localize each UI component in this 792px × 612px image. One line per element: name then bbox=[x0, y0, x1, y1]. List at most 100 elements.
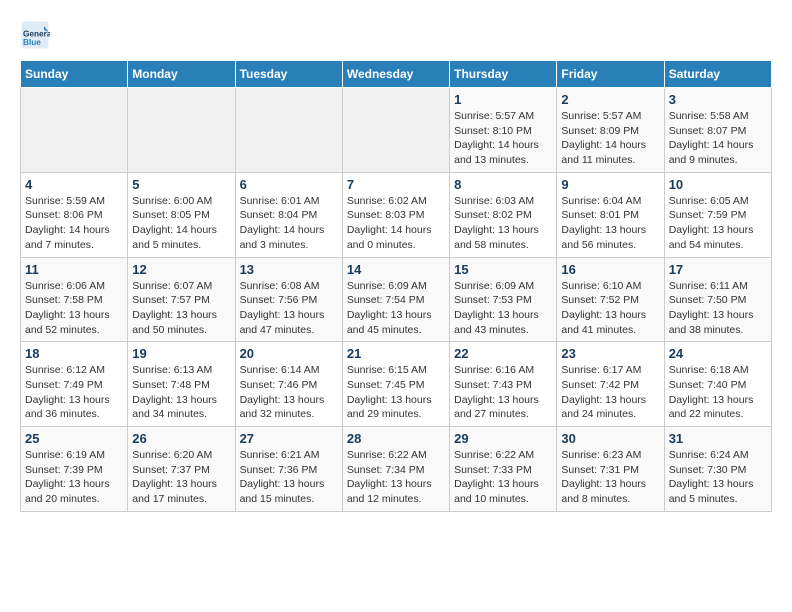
day-number: 16 bbox=[561, 262, 659, 277]
day-number: 2 bbox=[561, 92, 659, 107]
day-number: 21 bbox=[347, 346, 445, 361]
calendar-cell bbox=[21, 88, 128, 173]
day-header-monday: Monday bbox=[128, 61, 235, 88]
day-info: Sunrise: 6:08 AMSunset: 7:56 PMDaylight:… bbox=[240, 279, 338, 338]
day-number: 17 bbox=[669, 262, 767, 277]
calendar-cell: 19 Sunrise: 6:13 AMSunset: 7:48 PMDayligh… bbox=[128, 342, 235, 427]
day-number: 26 bbox=[132, 431, 230, 446]
day-header-wednesday: Wednesday bbox=[342, 61, 449, 88]
page-header: General Blue bbox=[20, 20, 772, 50]
day-number: 8 bbox=[454, 177, 552, 192]
day-number: 24 bbox=[669, 346, 767, 361]
calendar-cell: 4 Sunrise: 5:59 AMSunset: 8:06 PMDaylight… bbox=[21, 172, 128, 257]
calendar-cell: 25 Sunrise: 6:19 AMSunset: 7:39 PMDayligh… bbox=[21, 427, 128, 512]
day-number: 1 bbox=[454, 92, 552, 107]
calendar-cell: 12 Sunrise: 6:07 AMSunset: 7:57 PMDayligh… bbox=[128, 257, 235, 342]
day-number: 11 bbox=[25, 262, 123, 277]
day-number: 27 bbox=[240, 431, 338, 446]
day-info: Sunrise: 6:10 AMSunset: 7:52 PMDaylight:… bbox=[561, 279, 659, 338]
calendar-week-1: 1 Sunrise: 5:57 AMSunset: 8:10 PMDaylight… bbox=[21, 88, 772, 173]
day-number: 10 bbox=[669, 177, 767, 192]
calendar-cell: 1 Sunrise: 5:57 AMSunset: 8:10 PMDaylight… bbox=[450, 88, 557, 173]
day-info: Sunrise: 6:24 AMSunset: 7:30 PMDaylight:… bbox=[669, 448, 767, 507]
day-number: 28 bbox=[347, 431, 445, 446]
calendar-cell: 22 Sunrise: 6:16 AMSunset: 7:43 PMDayligh… bbox=[450, 342, 557, 427]
calendar-cell bbox=[342, 88, 449, 173]
day-info: Sunrise: 6:07 AMSunset: 7:57 PMDaylight:… bbox=[132, 279, 230, 338]
calendar-cell: 5 Sunrise: 6:00 AMSunset: 8:05 PMDaylight… bbox=[128, 172, 235, 257]
day-info: Sunrise: 6:09 AMSunset: 7:53 PMDaylight:… bbox=[454, 279, 552, 338]
calendar-cell: 31Sunrise: 6:24 AMSunset: 7:30 PMDayligh… bbox=[664, 427, 771, 512]
day-info: Sunrise: 6:18 AMSunset: 7:40 PMDaylight:… bbox=[669, 363, 767, 422]
calendar-cell bbox=[235, 88, 342, 173]
day-info: Sunrise: 6:23 AMSunset: 7:31 PMDaylight:… bbox=[561, 448, 659, 507]
calendar-cell: 23Sunrise: 6:17 AMSunset: 7:42 PMDayligh… bbox=[557, 342, 664, 427]
calendar-cell: 11Sunrise: 6:06 AMSunset: 7:58 PMDayligh… bbox=[21, 257, 128, 342]
calendar-cell: 6Sunrise: 6:01 AMSunset: 8:04 PMDaylight… bbox=[235, 172, 342, 257]
day-info: Sunrise: 6:13 AMSunset: 7:48 PMDaylight:… bbox=[132, 363, 230, 422]
day-info: Sunrise: 6:20 AMSunset: 7:37 PMDaylight:… bbox=[132, 448, 230, 507]
day-header-friday: Friday bbox=[557, 61, 664, 88]
calendar-cell: 28 Sunrise: 6:22 AMSunset: 7:34 PMDayligh… bbox=[342, 427, 449, 512]
day-info: Sunrise: 6:04 AMSunset: 8:01 PMDaylight:… bbox=[561, 194, 659, 253]
day-info: Sunrise: 5:59 AMSunset: 8:06 PMDaylight:… bbox=[25, 194, 123, 253]
calendar-cell: 18 Sunrise: 6:12 AMSunset: 7:49 PMDayligh… bbox=[21, 342, 128, 427]
day-number: 29 bbox=[454, 431, 552, 446]
day-number: 12 bbox=[132, 262, 230, 277]
calendar-cell: 27Sunrise: 6:21 AMSunset: 7:36 PMDayligh… bbox=[235, 427, 342, 512]
calendar-cell: 24 Sunrise: 6:18 AMSunset: 7:40 PMDayligh… bbox=[664, 342, 771, 427]
calendar-header-row: SundayMondayTuesdayWednesdayThursdayFrid… bbox=[21, 61, 772, 88]
day-number: 22 bbox=[454, 346, 552, 361]
day-number: 3 bbox=[669, 92, 767, 107]
calendar-cell: 9 Sunrise: 6:04 AMSunset: 8:01 PMDaylight… bbox=[557, 172, 664, 257]
calendar-week-5: 25 Sunrise: 6:19 AMSunset: 7:39 PMDayligh… bbox=[21, 427, 772, 512]
day-number: 25 bbox=[25, 431, 123, 446]
calendar-cell: 20 Sunrise: 6:14 AMSunset: 7:46 PMDayligh… bbox=[235, 342, 342, 427]
day-info: Sunrise: 6:16 AMSunset: 7:43 PMDaylight:… bbox=[454, 363, 552, 422]
logo-icon: General Blue bbox=[20, 20, 50, 50]
calendar-cell: 8Sunrise: 6:03 AMSunset: 8:02 PMDaylight… bbox=[450, 172, 557, 257]
day-number: 4 bbox=[25, 177, 123, 192]
day-number: 18 bbox=[25, 346, 123, 361]
calendar-cell: 15 Sunrise: 6:09 AMSunset: 7:53 PMDayligh… bbox=[450, 257, 557, 342]
day-header-thursday: Thursday bbox=[450, 61, 557, 88]
day-number: 7 bbox=[347, 177, 445, 192]
day-number: 20 bbox=[240, 346, 338, 361]
day-info: Sunrise: 6:14 AMSunset: 7:46 PMDaylight:… bbox=[240, 363, 338, 422]
day-info: Sunrise: 6:11 AMSunset: 7:50 PMDaylight:… bbox=[669, 279, 767, 338]
day-number: 5 bbox=[132, 177, 230, 192]
day-info: Sunrise: 5:57 AMSunset: 8:09 PMDaylight:… bbox=[561, 109, 659, 168]
calendar-cell: 3 Sunrise: 5:58 AMSunset: 8:07 PMDaylight… bbox=[664, 88, 771, 173]
calendar-cell: 16 Sunrise: 6:10 AMSunset: 7:52 PMDayligh… bbox=[557, 257, 664, 342]
day-info: Sunrise: 6:05 AMSunset: 7:59 PMDaylight:… bbox=[669, 194, 767, 253]
day-info: Sunrise: 6:22 AMSunset: 7:34 PMDaylight:… bbox=[347, 448, 445, 507]
day-info: Sunrise: 5:58 AMSunset: 8:07 PMDaylight:… bbox=[669, 109, 767, 168]
day-info: Sunrise: 6:22 AMSunset: 7:33 PMDaylight:… bbox=[454, 448, 552, 507]
day-info: Sunrise: 6:17 AMSunset: 7:42 PMDaylight:… bbox=[561, 363, 659, 422]
svg-text:Blue: Blue bbox=[23, 38, 41, 47]
calendar-week-4: 18 Sunrise: 6:12 AMSunset: 7:49 PMDayligh… bbox=[21, 342, 772, 427]
calendar-cell: 26 Sunrise: 6:20 AMSunset: 7:37 PMDayligh… bbox=[128, 427, 235, 512]
calendar-cell: 29 Sunrise: 6:22 AMSunset: 7:33 PMDayligh… bbox=[450, 427, 557, 512]
calendar-cell: 13Sunrise: 6:08 AMSunset: 7:56 PMDayligh… bbox=[235, 257, 342, 342]
day-number: 15 bbox=[454, 262, 552, 277]
calendar-week-3: 11Sunrise: 6:06 AMSunset: 7:58 PMDayligh… bbox=[21, 257, 772, 342]
day-info: Sunrise: 5:57 AMSunset: 8:10 PMDaylight:… bbox=[454, 109, 552, 168]
day-number: 6 bbox=[240, 177, 338, 192]
calendar-cell: 2 Sunrise: 5:57 AMSunset: 8:09 PMDaylight… bbox=[557, 88, 664, 173]
day-info: Sunrise: 6:00 AMSunset: 8:05 PMDaylight:… bbox=[132, 194, 230, 253]
day-number: 19 bbox=[132, 346, 230, 361]
calendar-cell: 17 Sunrise: 6:11 AMSunset: 7:50 PMDayligh… bbox=[664, 257, 771, 342]
day-info: Sunrise: 6:09 AMSunset: 7:54 PMDaylight:… bbox=[347, 279, 445, 338]
calendar-cell bbox=[128, 88, 235, 173]
calendar-cell: 10 Sunrise: 6:05 AMSunset: 7:59 PMDayligh… bbox=[664, 172, 771, 257]
calendar-cell: 21Sunrise: 6:15 AMSunset: 7:45 PMDayligh… bbox=[342, 342, 449, 427]
day-number: 9 bbox=[561, 177, 659, 192]
day-info: Sunrise: 6:19 AMSunset: 7:39 PMDaylight:… bbox=[25, 448, 123, 507]
calendar-table: SundayMondayTuesdayWednesdayThursdayFrid… bbox=[20, 60, 772, 512]
logo: General Blue bbox=[20, 20, 50, 50]
day-info: Sunrise: 6:12 AMSunset: 7:49 PMDaylight:… bbox=[25, 363, 123, 422]
day-info: Sunrise: 6:02 AMSunset: 8:03 PMDaylight:… bbox=[347, 194, 445, 253]
day-header-tuesday: Tuesday bbox=[235, 61, 342, 88]
day-number: 30 bbox=[561, 431, 659, 446]
